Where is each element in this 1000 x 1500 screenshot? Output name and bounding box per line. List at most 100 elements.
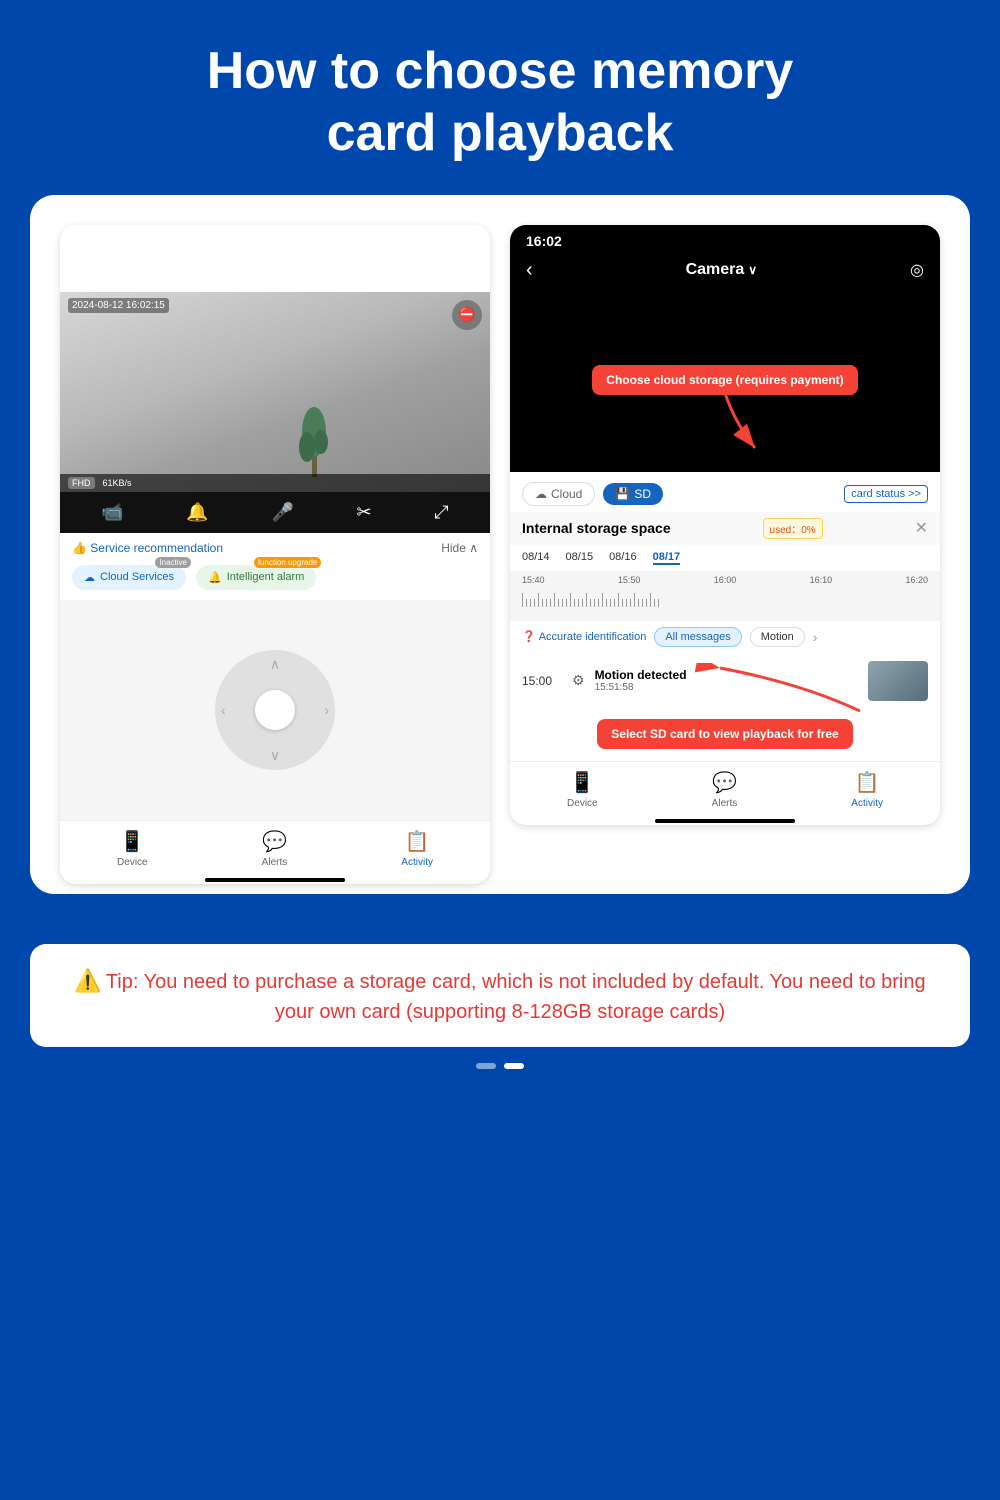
sd-panel: ☁ Cloud 💾 SD card status >> Internal sto…: [510, 472, 940, 825]
left-bottom-nav: 📱 Device 💬 Alerts 📋 Activity: [60, 820, 490, 872]
camera-controls: 📹 🔔 🎤 ✂ ⤢: [60, 492, 490, 533]
nav-device-left[interactable]: 📱 Device: [117, 829, 148, 868]
alerts-icon-left: 💬: [262, 829, 287, 854]
storage-header: Internal storage space used：0% ✕: [510, 512, 940, 545]
left-settings-icon[interactable]: ◎: [460, 260, 474, 280]
left-phone: 16:02 ‹ Camera ∨ ◎: [60, 225, 490, 884]
hide-button[interactable]: Hide ∧: [441, 541, 478, 555]
activity-label-left: Activity: [401, 857, 433, 868]
device-label-right: Device: [567, 798, 598, 809]
dot-1[interactable]: [476, 1063, 496, 1069]
fullscreen-icon[interactable]: ⤢: [434, 502, 448, 523]
device-label-left: Device: [117, 857, 148, 868]
right-back-icon[interactable]: ‹: [526, 259, 533, 282]
cloud-callout-container: Choose cloud storage (requires payment): [510, 365, 940, 453]
right-header-title: Camera ∨: [686, 261, 758, 279]
dpad-area: ∧ ‹ › ∨: [60, 600, 490, 820]
service-buttons: Inactive ☁ Cloud Services function upgra…: [60, 561, 490, 600]
left-back-icon[interactable]: ‹: [76, 259, 83, 282]
right-status-bar: 16:02: [510, 225, 940, 253]
device-icon-right: 📱: [570, 770, 595, 795]
service-rec-label: 👍 Service recommendation: [72, 541, 223, 555]
camera-feed: 2024-08-12 16:02:15 ⛔ FHD 61KB/s: [60, 292, 490, 492]
event-dot-icon: ⚙: [572, 672, 585, 689]
alerts-label-right: Alerts: [712, 798, 738, 809]
tree-decoration: [297, 387, 332, 477]
crop-icon[interactable]: ✂: [357, 502, 372, 523]
timeline-ticks: [522, 587, 928, 607]
camera-overlay-icon: ⛔: [452, 300, 482, 330]
camera-timestamp: 2024-08-12 16:02:15: [68, 298, 169, 313]
activity-label-right: Activity: [851, 798, 883, 809]
dpad[interactable]: ∧ ‹ › ∨: [215, 650, 335, 770]
page-title: How to choose memory card playback: [147, 0, 854, 195]
tip-text: ⚠️Tip: You need to purchase a storage ca…: [60, 964, 940, 1027]
alerts-icon-right: 💬: [712, 770, 737, 795]
event-time: 15:00: [522, 674, 562, 688]
main-card: 16:02 ‹ Camera ∨ ◎: [30, 195, 970, 894]
fhd-badge: FHD: [68, 477, 95, 489]
phones-row: 16:02 ‹ Camera ∨ ◎: [60, 225, 940, 884]
left-header-title: Camera ∨: [236, 261, 308, 279]
date-row: 08/14 08/15 08/16 08/17: [510, 545, 940, 571]
date-0814[interactable]: 08/14: [522, 551, 550, 565]
date-0815[interactable]: 08/15: [566, 551, 594, 565]
nav-activity-right[interactable]: 📋 Activity: [851, 770, 883, 809]
warning-icon: ⚠️: [74, 968, 101, 993]
speed-label: 61KB/s: [103, 478, 132, 488]
timeline-labels: 15:40 15:50 16:00 16:10 16:20: [522, 575, 928, 587]
right-phone-screen: 16:02 ‹ Camera ∨ ◎ Screen loading...: [510, 225, 940, 825]
filter-label: ❓ Accurate identification: [522, 630, 646, 643]
left-nav-indicator: [205, 878, 345, 882]
filter-motion[interactable]: Motion: [750, 627, 805, 647]
alert-icon[interactable]: 🔔: [186, 502, 208, 523]
storage-title: Internal storage space: [522, 520, 671, 536]
dot-2[interactable]: [504, 1063, 524, 1069]
nav-device-right[interactable]: 📱 Device: [567, 770, 598, 809]
right-phone: Choose cloud storage (requires payment) …: [510, 225, 940, 884]
close-icon[interactable]: ✕: [915, 518, 928, 538]
cloud-services-button[interactable]: Inactive ☁ Cloud Services: [72, 565, 186, 590]
tab-cloud[interactable]: ☁ Cloud: [522, 482, 595, 506]
tab-sd[interactable]: 💾 SD: [603, 483, 663, 505]
date-0817[interactable]: 08/17: [653, 551, 681, 565]
dpad-down-icon[interactable]: ∨: [270, 747, 280, 764]
dpad-right-icon[interactable]: ›: [324, 702, 329, 718]
alerts-label-left: Alerts: [262, 857, 288, 868]
intelligent-alarm-button[interactable]: function upgrade 🔔 Intelligent alarm: [196, 565, 316, 590]
camera-quality-bar: FHD 61KB/s: [60, 474, 490, 492]
mic-icon[interactable]: 🎤: [271, 502, 293, 523]
sd-callout-container: Select SD card to view playback for free: [510, 713, 940, 759]
page-indicator: [476, 1047, 524, 1089]
cloud-arrow: [685, 393, 765, 453]
nav-activity-left[interactable]: 📋 Activity: [401, 829, 433, 868]
timeline[interactable]: 15:40 15:50 16:00 16:10 16:20: [510, 571, 940, 621]
right-header: ‹ Camera ∨ ◎: [510, 253, 940, 292]
dpad-center[interactable]: [255, 690, 295, 730]
left-header: ‹ Camera ∨ ◎: [60, 253, 490, 292]
dpad-up-icon[interactable]: ∧: [270, 656, 280, 673]
storage-tabs: ☁ Cloud 💾 SD card status >>: [510, 472, 940, 512]
filter-all-messages[interactable]: All messages: [654, 627, 741, 647]
activity-icon-left: 📋: [405, 829, 430, 854]
left-status-bar: 16:02: [60, 225, 490, 253]
sd-callout-wrapper: Select SD card to view playback for free: [510, 713, 940, 759]
right-bottom-nav: 📱 Device 💬 Alerts 📋 Activity: [510, 761, 940, 813]
cloud-callout: Choose cloud storage (requires payment): [592, 365, 857, 395]
sd-arrow: [680, 663, 880, 713]
upgrade-badge: function upgrade: [254, 557, 322, 568]
right-settings-icon[interactable]: ◎: [910, 260, 924, 280]
nav-alerts-right[interactable]: 💬 Alerts: [712, 770, 738, 809]
right-nav-indicator: [655, 819, 795, 823]
card-status-button[interactable]: card status >>: [844, 485, 928, 503]
sd-callout: Select SD card to view playback for free: [597, 719, 852, 749]
dpad-left-icon[interactable]: ‹: [221, 702, 226, 718]
inactive-badge: Inactive: [155, 557, 191, 568]
filter-row: ❓ Accurate identification All messages M…: [510, 621, 940, 653]
nav-alerts-left[interactable]: 💬 Alerts: [262, 829, 288, 868]
device-icon-left: 📱: [120, 829, 145, 854]
video-icon[interactable]: 📹: [101, 502, 123, 523]
used-badge: used：0%: [763, 518, 823, 539]
date-0816[interactable]: 08/16: [609, 551, 637, 565]
activity-icon-right: 📋: [855, 770, 880, 795]
